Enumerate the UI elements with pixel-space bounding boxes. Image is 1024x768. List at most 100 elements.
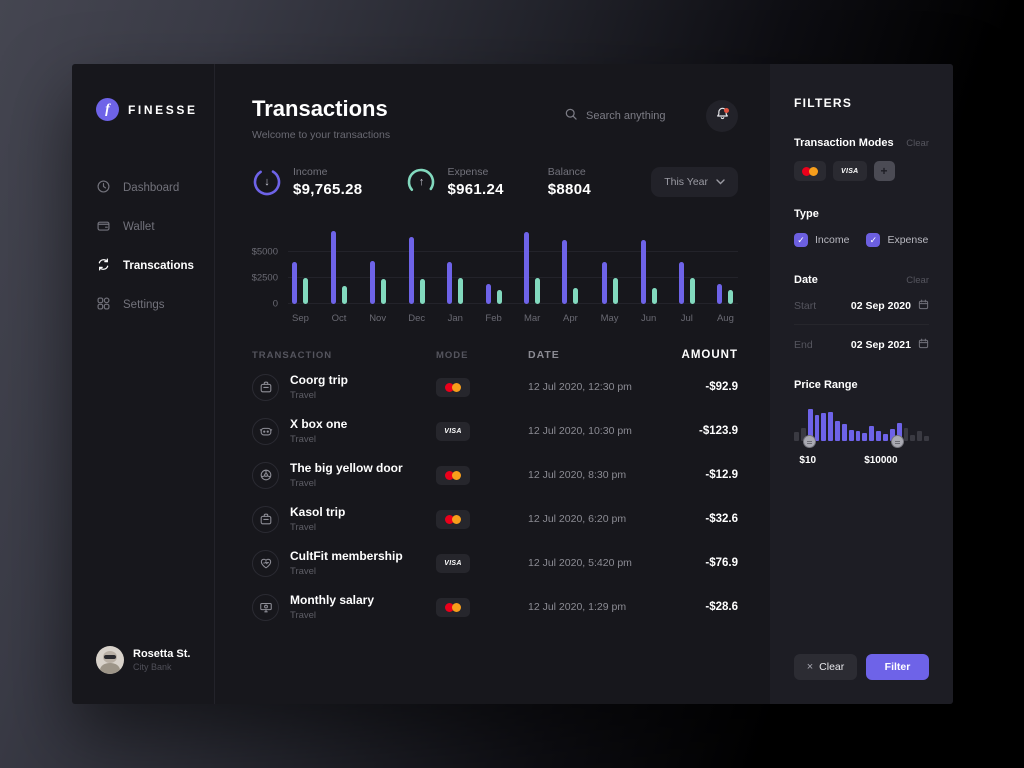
table-row[interactable]: CultFit membershipTravelVISA12 Jul 2020,… — [252, 541, 738, 585]
transaction-amount: -$28.6 — [680, 601, 738, 613]
mode-badge — [436, 598, 470, 617]
expense-bar — [497, 290, 502, 304]
clear-button[interactable]: × Clear — [794, 654, 857, 680]
search-box[interactable] — [564, 107, 694, 126]
histogram-bar — [856, 431, 861, 441]
visa-chip[interactable]: VISA — [833, 161, 867, 181]
stat-expense: ↑ Expense $961.24 — [406, 166, 503, 198]
month-label: Aug — [717, 313, 734, 324]
price-min-label: $10 — [799, 455, 816, 466]
histogram-bar — [869, 426, 874, 441]
transaction-category: Travel — [290, 522, 345, 533]
expense-bar — [728, 290, 733, 304]
income-ring-icon: ↓ — [252, 167, 282, 197]
mastercard-icon — [445, 383, 461, 392]
start-label: Start — [794, 300, 816, 312]
table-row[interactable]: Monthly salaryTravel12 Jul 2020, 1:29 pm… — [252, 585, 738, 629]
mastercard-chip[interactable] — [794, 161, 826, 181]
add-mode-chip[interactable]: + — [874, 161, 895, 181]
table-header: TRANSACTION MODE DATE AMOUNT — [252, 349, 738, 361]
page-subtitle: Welcome to your transactions — [252, 129, 390, 141]
sidebar-item-wallet[interactable]: Wallet — [96, 218, 204, 236]
income-bar — [562, 240, 567, 304]
main-header: Transactions Welcome to your transaction… — [252, 96, 738, 141]
clock-icon — [96, 179, 111, 197]
date-end-field[interactable]: End 02 Sep 2021 — [794, 338, 929, 352]
col-amount: AMOUNT — [680, 349, 738, 361]
visa-icon: VISA — [444, 428, 462, 435]
date-clear-link[interactable]: Clear — [906, 275, 929, 286]
sidebar-item-dashboard[interactable]: Dashboard — [96, 179, 204, 197]
mode-badge — [436, 466, 470, 485]
suitcase-icon — [252, 374, 279, 401]
filter-actions: × Clear Filter — [794, 654, 929, 680]
histogram-bar — [828, 412, 833, 441]
expense-bar — [458, 278, 463, 304]
stats-row: ↓ Income $9,765.28 ↑ Expense $961.24 — [252, 166, 738, 198]
income-bar — [292, 262, 297, 304]
month-label: Mar — [524, 313, 540, 324]
transactions-bar-chart: $5000$25000 SepOctNovDecJanFebMarAprMayJ… — [252, 228, 738, 324]
table-row[interactable]: Coorg tripTravel12 Jul 2020, 12:30 pm-$9… — [252, 365, 738, 409]
stat-value: $8804 — [548, 181, 591, 198]
range-handle-min[interactable] — [803, 435, 816, 448]
income-bar — [370, 261, 375, 304]
search-icon — [564, 107, 578, 126]
finesse-logo-icon: f — [96, 98, 119, 121]
sidebar-item-settings[interactable]: Settings — [96, 296, 204, 314]
chart-month-group: Jan — [447, 228, 463, 324]
notifications-button[interactable] — [706, 100, 738, 132]
date-start-field[interactable]: Start 02 Sep 2020 — [794, 299, 929, 325]
histogram-bar — [815, 415, 820, 441]
chart-month-group: Jun — [641, 228, 657, 324]
filter-button[interactable]: Filter — [866, 654, 929, 680]
table-body: Coorg tripTravel12 Jul 2020, 12:30 pm-$9… — [252, 365, 738, 629]
end-label: End — [794, 339, 813, 351]
chart-month-group: Apr — [562, 228, 578, 324]
period-selector[interactable]: This Year — [651, 167, 738, 197]
col-mode: MODE — [436, 350, 528, 361]
app-window: f FINESSE Dashboard Wallet Transcations … — [72, 64, 953, 704]
notification-dot — [724, 108, 729, 113]
col-date: DATE — [528, 349, 680, 361]
histogram-bar — [910, 435, 915, 441]
user-name: Rosetta St. — [133, 648, 190, 660]
checkbox-checked-icon: ✓ — [866, 233, 880, 247]
plus-icon: + — [881, 164, 888, 178]
checkbox-checked-icon: ✓ — [794, 233, 808, 247]
suitcase-icon — [252, 506, 279, 533]
expense-bar — [303, 278, 308, 304]
transaction-name: Monthly salary — [290, 593, 374, 607]
expense-checkbox[interactable]: ✓ Expense — [866, 233, 928, 247]
transaction-category: Travel — [290, 434, 347, 445]
type-label: Type — [794, 208, 929, 220]
mastercard-icon — [445, 515, 461, 524]
histogram-bar — [821, 413, 826, 441]
transaction-amount: -$12.9 — [680, 469, 738, 481]
user-profile[interactable]: Rosetta St. City Bank — [96, 646, 204, 674]
income-checkbox[interactable]: ✓ Income — [794, 233, 849, 247]
stat-balance: Balance $8804 — [548, 166, 591, 198]
transaction-category: Travel — [290, 478, 403, 489]
transaction-amount: -$123.9 — [680, 425, 738, 437]
table-row[interactable]: X box oneTravelVISA12 Jul 2020, 10:30 pm… — [252, 409, 738, 453]
modes-clear-link[interactable]: Clear — [906, 138, 929, 149]
search-input[interactable] — [586, 110, 694, 122]
month-label: Jan — [448, 313, 463, 324]
histogram-bar — [924, 436, 929, 441]
checkbox-label: Income — [815, 234, 849, 246]
histogram-bar — [842, 424, 847, 441]
transaction-date: 12 Jul 2020, 5:420 pm — [528, 557, 680, 569]
sidebar-nav: Dashboard Wallet Transcations Settings — [96, 179, 204, 314]
table-row[interactable]: Kasol tripTravel12 Jul 2020, 6:20 pm-$32… — [252, 497, 738, 541]
table-row[interactable]: The big yellow doorTravel12 Jul 2020, 8:… — [252, 453, 738, 497]
sidebar-item-transactions[interactable]: Transcations — [96, 257, 204, 275]
transaction-date: 12 Jul 2020, 6:20 pm — [528, 513, 680, 525]
range-handle-max[interactable] — [891, 435, 904, 448]
checkbox-label: Expense — [887, 234, 928, 246]
expense-bar — [690, 278, 695, 304]
transaction-date: 12 Jul 2020, 1:29 pm — [528, 601, 680, 613]
mode-badge: VISA — [436, 554, 470, 573]
income-bar — [717, 284, 722, 304]
transaction-category: Travel — [290, 390, 348, 401]
